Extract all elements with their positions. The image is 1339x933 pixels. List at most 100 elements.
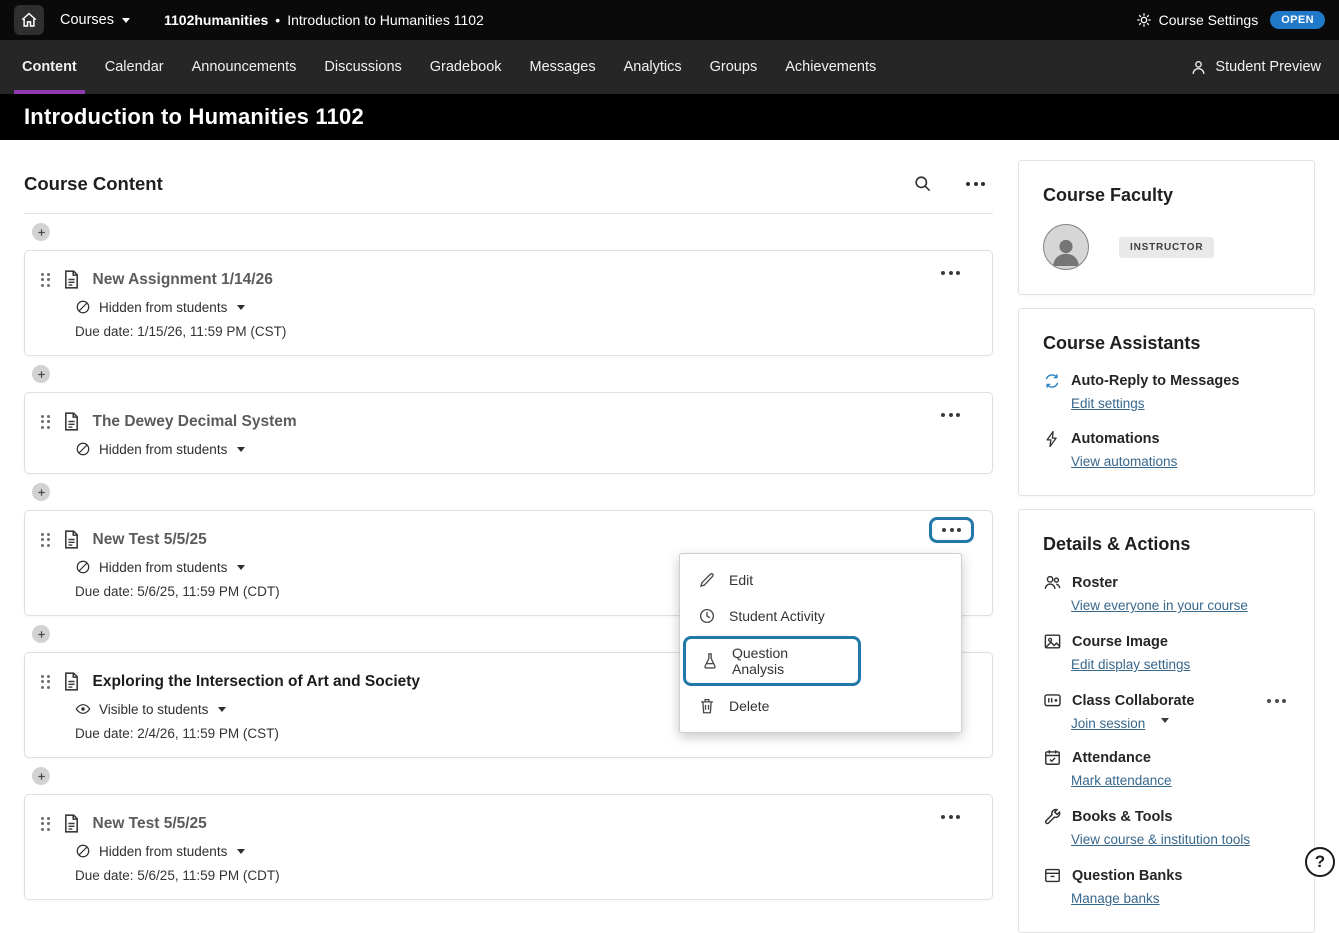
details-actions-card: Details & Actions Roster View everyone i… [1018, 509, 1315, 933]
visibility-dropdown[interactable]: Visible to students [75, 701, 226, 717]
mark-attendance-link[interactable]: Mark attendance [1071, 773, 1172, 788]
chevron-down-icon [237, 565, 245, 570]
tab-groups[interactable]: Groups [696, 40, 772, 94]
assignment-icon [61, 269, 82, 290]
course-faculty-card: Course Faculty INSTRUCTOR [1018, 160, 1315, 295]
breadcrumb-course-id: 1102humanities [164, 12, 268, 28]
due-date: Due date: 5/6/25, 11:59 PM (CDT) [75, 868, 974, 883]
help-button[interactable]: ? [1305, 847, 1335, 877]
add-content-divider [24, 356, 993, 392]
ellipsis-icon [941, 815, 960, 819]
drag-handle[interactable] [41, 817, 50, 831]
course-settings-button[interactable]: Course Settings [1136, 12, 1259, 28]
activity-clock-icon [698, 607, 716, 625]
ellipsis-icon [1267, 699, 1286, 703]
courses-dropdown[interactable]: Courses [60, 12, 130, 28]
drag-handle[interactable] [41, 533, 50, 547]
item-options-button-highlighted[interactable] [929, 517, 974, 543]
tab-content[interactable]: Content [8, 40, 91, 94]
tab-analytics[interactable]: Analytics [610, 40, 696, 94]
add-content-button[interactable] [32, 767, 50, 785]
student-preview-label: Student Preview [1215, 59, 1321, 75]
add-content-divider [24, 214, 993, 250]
visible-eye-icon [75, 701, 91, 717]
tab-announcements[interactable]: Announcements [178, 40, 311, 94]
drag-handle[interactable] [41, 273, 50, 287]
item-title-link[interactable]: New Test 5/5/25 [93, 815, 207, 833]
visibility-dropdown[interactable]: Hidden from students [75, 299, 245, 315]
add-content-button[interactable] [32, 483, 50, 501]
person-icon [1048, 233, 1084, 269]
menu-item-edit[interactable]: Edit [680, 562, 961, 598]
course-assistants-card: Course Assistants Auto-Reply to Messages… [1018, 308, 1315, 496]
visibility-dropdown[interactable]: Hidden from students [75, 843, 245, 859]
view-tools-link[interactable]: View course & institution tools [1071, 832, 1250, 847]
chevron-down-icon[interactable] [1161, 718, 1169, 723]
item-title-link[interactable]: Exploring the Intersection of Art and So… [93, 673, 421, 691]
roster-people-icon [1043, 573, 1062, 592]
home-icon [20, 11, 38, 29]
drag-handle[interactable] [41, 415, 50, 429]
open-status-badge[interactable]: OPEN [1270, 11, 1325, 29]
edit-display-settings-link[interactable]: Edit display settings [1071, 657, 1190, 672]
menu-item-delete[interactable]: Delete [680, 688, 961, 724]
chevron-down-icon [237, 305, 245, 310]
add-content-button[interactable] [32, 625, 50, 643]
search-button[interactable] [909, 170, 936, 197]
content-options-button[interactable] [962, 178, 989, 190]
student-preview-button[interactable]: Student Preview [1190, 40, 1331, 94]
visibility-dropdown[interactable]: Hidden from students [75, 441, 245, 457]
manage-banks-link[interactable]: Manage banks [1071, 891, 1160, 906]
assistant-automations: Automations View automations [1043, 430, 1290, 471]
menu-item-student-activity[interactable]: Student Activity [680, 598, 961, 634]
plus-icon [36, 629, 47, 640]
hidden-icon [75, 843, 91, 859]
home-button[interactable] [14, 5, 44, 35]
tab-messages[interactable]: Messages [516, 40, 610, 94]
item-options-button[interactable] [935, 265, 966, 281]
lightning-bolt-icon [1043, 430, 1061, 448]
tab-calendar[interactable]: Calendar [91, 40, 178, 94]
plus-icon [36, 227, 47, 238]
view-automations-link[interactable]: View automations [1071, 454, 1177, 469]
tab-achievements[interactable]: Achievements [771, 40, 890, 94]
course-content-section: Course Content New Ass [24, 140, 993, 900]
visibility-label: Visible to students [99, 702, 208, 717]
auto-reply-icon [1043, 372, 1061, 390]
collaborate-options-button[interactable] [1263, 695, 1290, 707]
menu-item-question-analysis[interactable]: Question Analysis [683, 636, 861, 686]
gear-icon [1136, 12, 1152, 28]
item-title-link[interactable]: New Test 5/5/25 [93, 531, 207, 549]
item-options-button[interactable] [935, 407, 966, 423]
item-title-link[interactable]: New Assignment 1/14/26 [93, 271, 273, 289]
chevron-down-icon [218, 707, 226, 712]
instructor-avatar[interactable] [1043, 224, 1089, 270]
edit-settings-link[interactable]: Edit settings [1071, 396, 1145, 411]
document-icon [61, 411, 82, 432]
pencil-icon [698, 571, 716, 589]
chevron-down-icon [237, 849, 245, 854]
course-nav: Content Calendar Announcements Discussio… [0, 40, 1339, 94]
detail-books-tools: Books & Tools View course & institution … [1043, 807, 1290, 849]
tab-discussions[interactable]: Discussions [310, 40, 415, 94]
item-context-menu: Edit Student Activity Question Analysis … [679, 553, 962, 733]
view-roster-link[interactable]: View everyone in your course [1071, 598, 1248, 613]
hidden-icon [75, 441, 91, 457]
test-icon [61, 529, 82, 550]
content-item-new-test: New Test 5/5/25 Hidden from students Due… [24, 510, 993, 616]
visibility-dropdown[interactable]: Hidden from students [75, 559, 245, 575]
chevron-down-icon [122, 18, 130, 23]
item-title-link[interactable]: The Dewey Decimal System [93, 413, 297, 431]
join-session-link[interactable]: Join session [1071, 716, 1145, 731]
trash-icon [698, 697, 716, 715]
test-icon [61, 813, 82, 834]
add-content-divider [24, 758, 993, 794]
tab-gradebook[interactable]: Gradebook [416, 40, 516, 94]
item-options-button[interactable] [935, 809, 966, 825]
content-item-new-test-2: New Test 5/5/25 Hidden from students Due… [24, 794, 993, 900]
breadcrumb-course-name: Introduction to Humanities 1102 [287, 12, 484, 28]
add-content-button[interactable] [32, 365, 50, 383]
drag-handle[interactable] [41, 675, 50, 689]
add-content-button[interactable] [32, 223, 50, 241]
menu-item-label: Question Analysis [732, 645, 843, 677]
